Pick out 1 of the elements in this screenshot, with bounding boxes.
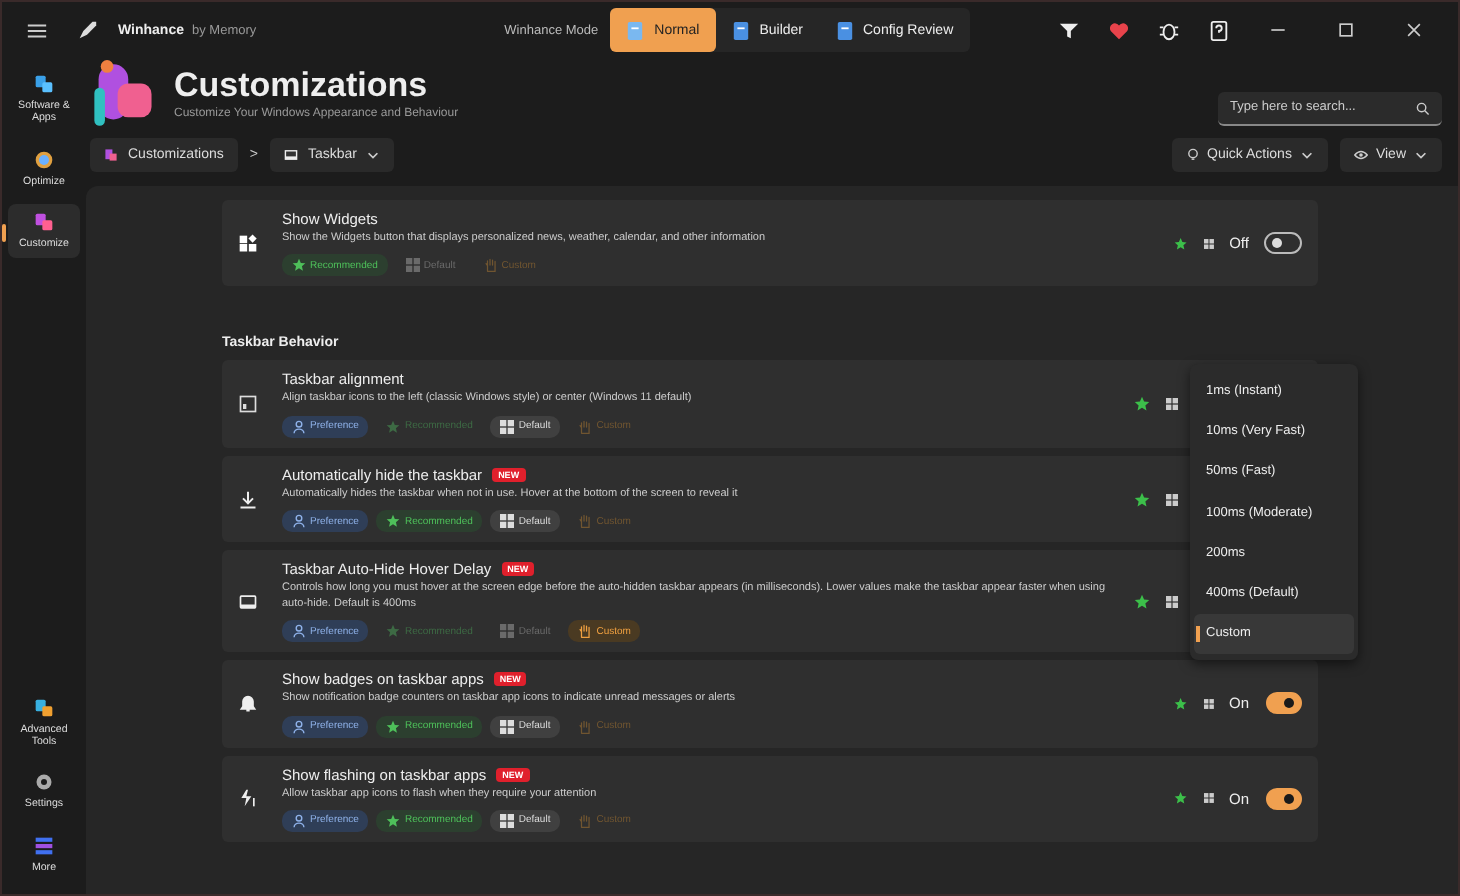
page-title: Customizations — [174, 68, 430, 102]
